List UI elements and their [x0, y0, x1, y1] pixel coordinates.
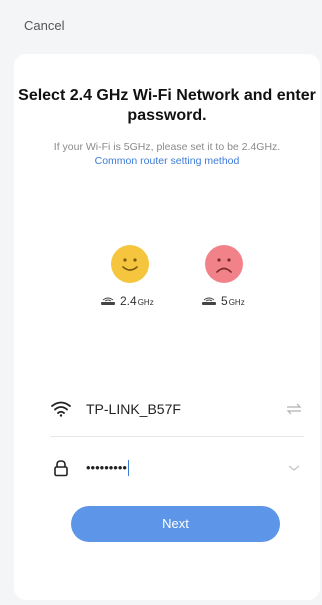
password-field[interactable]: •••••••••	[50, 451, 304, 485]
band-value: 2.4	[120, 294, 137, 308]
band-unit: GHz	[137, 298, 154, 307]
wifi-network-field[interactable]: TP-LINK_B57F	[50, 392, 304, 426]
wifi-ssid: TP-LINK_B57F	[86, 401, 181, 417]
sad-face-icon	[205, 245, 243, 283]
router-icon	[201, 296, 217, 306]
band-5ghz: 5 GHz	[201, 293, 245, 309]
router-icon	[100, 296, 116, 306]
wifi-setup-card: Select 2.4 GHz Wi-Fi Network and enter p…	[14, 54, 320, 600]
divider	[50, 436, 304, 437]
happy-face-icon	[111, 245, 149, 283]
next-button[interactable]: Next	[71, 506, 280, 542]
wifi-icon	[50, 398, 72, 420]
band-2-4ghz: 2.4 GHz	[100, 293, 154, 309]
password-value: •••••••••	[86, 459, 127, 475]
chevron-down-icon[interactable]	[284, 458, 304, 478]
password-input[interactable]: •••••••••	[86, 460, 284, 477]
switch-network-icon[interactable]	[284, 399, 304, 419]
band-unit: GHz	[228, 298, 245, 307]
subtitle: If your Wi-Fi is 5GHz, please set it to …	[48, 140, 286, 168]
text-cursor	[127, 460, 129, 477]
band-value: 5	[221, 294, 228, 308]
router-setting-link[interactable]: Common router setting method	[95, 155, 240, 167]
subtitle-text: If your Wi-Fi is 5GHz, please set it to …	[53, 141, 281, 153]
lock-icon	[50, 457, 72, 479]
page-title: Select 2.4 GHz Wi-Fi Network and enter p…	[18, 87, 316, 124]
cancel-button[interactable]: Cancel	[24, 18, 64, 33]
